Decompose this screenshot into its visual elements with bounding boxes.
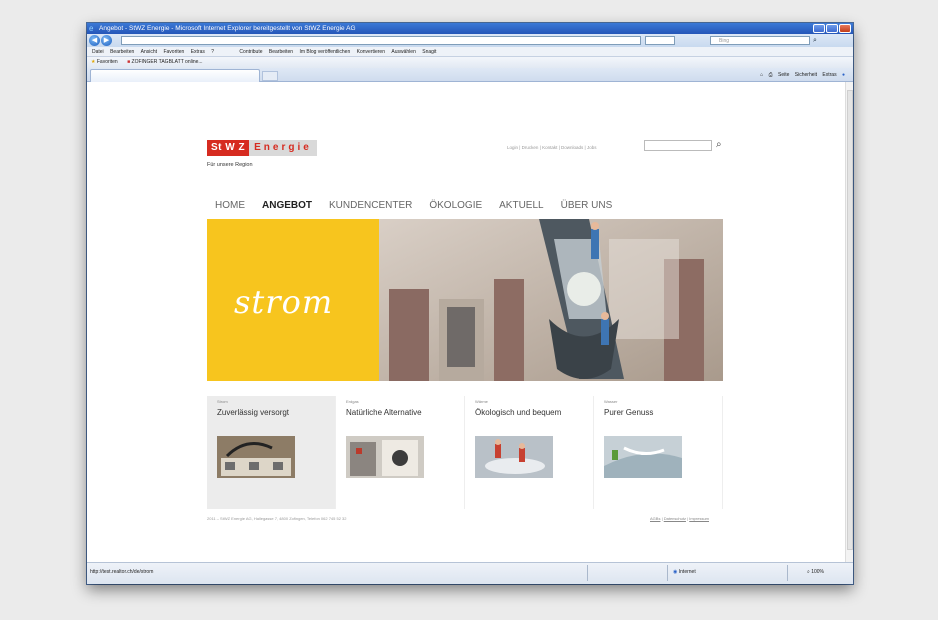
footer-link-datenschutz[interactable]: Datenschutz [664, 516, 686, 521]
toolbar-snagit[interactable]: Snagit [422, 49, 436, 55]
tile-wasser-image [604, 436, 682, 478]
site-search-icon[interactable]: ⌕ [716, 139, 722, 150]
new-tab-button[interactable] [262, 71, 278, 81]
vertical-scrollbar[interactable] [845, 82, 853, 562]
close-button[interactable] [839, 24, 851, 33]
maximize-button[interactable] [826, 24, 838, 33]
logo-energie: Energie [249, 140, 317, 156]
menu-bar: Datei Bearbeiten Ansicht Favoriten Extra… [87, 47, 853, 57]
tile-strom[interactable]: Strom Zuverlässig versorgt [207, 396, 336, 509]
tile-waerme-image [475, 436, 553, 478]
tile-erdgas[interactable]: Erdgas Natürliche Alternative [336, 396, 465, 509]
window-titlebar[interactable]: e Angebot - StWZ Energie - Microsoft Int… [87, 23, 853, 34]
tile-heading: Natürliche Alternative [346, 408, 422, 417]
globe-icon: ◉ [673, 569, 678, 575]
hero-lantern-photo [379, 219, 723, 381]
cmd-sicherheit[interactable]: Sicherheit [795, 72, 817, 78]
home-icon[interactable]: ⌂ [760, 72, 763, 78]
search-input[interactable]: Bing [710, 36, 810, 45]
nav-kundencenter[interactable]: KUNDENCENTER [329, 200, 412, 211]
nav-oekologie[interactable]: ÖKOLOGIE [429, 200, 482, 211]
address-input[interactable] [121, 36, 641, 45]
star-icon: ★ [91, 59, 96, 65]
logo-stwz: St W Z [207, 140, 250, 156]
status-bar: http://test.realtor.ch/de/strom ◉ Intern… [87, 562, 853, 584]
scrollbar-thumb[interactable] [847, 90, 853, 550]
toolbar-blog[interactable]: Im Blog veröffentlichen [299, 49, 350, 55]
hero-word: strom [234, 283, 334, 321]
back-button[interactable]: ◀ [89, 35, 100, 46]
menu-extras[interactable]: Extras [191, 49, 205, 55]
tile-heading: Purer Genuss [604, 408, 654, 417]
service-tiles: Strom Zuverlässig versorgt Erdgas Natürl… [207, 396, 723, 509]
command-bar: ⌂ ⎙ Seite Sicherheit Extras ● [760, 70, 845, 81]
footer-link-impressum[interactable]: Impressum [689, 516, 709, 521]
tile-category: Wasser [604, 399, 618, 404]
cmd-seite[interactable]: Seite [778, 72, 789, 78]
tile-heading: Zuverlässig versorgt [217, 408, 290, 417]
menu-datei[interactable]: Datei [92, 49, 104, 55]
zoom-icon: ⌕ [807, 569, 810, 575]
footer-address: 2011 – StWZ Energie AG, Hallegasse 7, 48… [207, 516, 347, 521]
footer-link-agbs[interactable]: AGBs [650, 516, 660, 521]
menu-bearbeiten[interactable]: Bearbeiten [110, 49, 134, 55]
toolbar-convert[interactable]: Konvertieren [357, 49, 385, 55]
tile-erdgas-image [346, 436, 424, 478]
search-icon[interactable]: ⌕ [813, 35, 825, 46]
favorite-site-icon: ■ [127, 59, 131, 65]
zoom-control[interactable]: ⌕ 100% [807, 569, 824, 575]
tile-category: Wärme [475, 399, 488, 404]
status-zone: ◉ Internet [673, 569, 696, 575]
nav-aktuell[interactable]: AKTUELL [499, 200, 543, 211]
cmd-extras[interactable]: Extras [822, 72, 836, 78]
toolbar-edit[interactable]: Bearbeiten [269, 49, 293, 55]
hero-yellow-panel: strom [207, 219, 379, 381]
nav-ueber-uns[interactable]: ÜBER UNS [561, 200, 613, 211]
nav-angebot[interactable]: ANGEBOT [262, 200, 312, 211]
active-tab[interactable] [90, 69, 260, 82]
site-logo[interactable]: St W Z Energie [207, 140, 317, 156]
favorite-link[interactable]: ZOFINGER TAGBLATT online... [132, 59, 203, 65]
favorites-button[interactable]: Favoriten [97, 59, 118, 65]
address-actions[interactable] [645, 36, 675, 45]
tile-waerme[interactable]: Wärme Ökologisch und bequem [465, 396, 594, 509]
ie-logo-icon: e [89, 24, 94, 33]
tile-category: Erdgas [346, 399, 359, 404]
menu-ansicht[interactable]: Ansicht [141, 49, 157, 55]
minimize-button[interactable] [813, 24, 825, 33]
site-tagline: Für unsere Region [207, 162, 253, 168]
tile-heading: Ökologisch und bequem [475, 408, 562, 417]
favorites-bar: ★ Favoriten ■ ZOFINGER TAGBLATT online..… [87, 57, 853, 68]
nav-home[interactable]: HOME [215, 200, 245, 211]
address-bar: ◀ ▶ Bing ⌕ [87, 34, 853, 47]
site-search-input[interactable] [644, 140, 712, 151]
footer-links: AGBs | Datenschutz | Impressum [650, 516, 709, 521]
browser-window: e Angebot - StWZ Energie - Microsoft Int… [87, 23, 853, 584]
window-title: Angebot - StWZ Energie - Microsoft Inter… [99, 25, 356, 32]
forward-button[interactable]: ▶ [101, 35, 112, 46]
tab-bar: ⌂ ⎙ Seite Sicherheit Extras ● [87, 68, 853, 82]
tile-wasser[interactable]: Wasser Purer Genuss [594, 396, 723, 509]
menu-help[interactable]: ? [211, 49, 214, 55]
hero-banner: strom [207, 219, 723, 381]
tile-strom-image [217, 436, 295, 478]
print-icon[interactable]: ⎙ [769, 72, 773, 78]
tile-category: Strom [217, 399, 228, 404]
status-url: http://test.realtor.ch/de/strom [90, 569, 154, 575]
zoom-level: 100% [811, 569, 824, 575]
page-content: St W Z Energie Für unsere Region Login |… [87, 82, 845, 562]
toolbar-contribute[interactable]: Contribute [239, 49, 262, 55]
top-links[interactable]: Login | Drucken | Kontakt | Downloads | … [507, 145, 596, 150]
status-zone-label: Internet [678, 569, 696, 575]
menu-favoriten[interactable]: Favoriten [163, 49, 184, 55]
main-nav: HOME ANGEBOT KUNDENCENTER ÖKOLOGIE AKTUE… [215, 200, 612, 211]
help-icon[interactable]: ● [842, 72, 845, 78]
toolbar-select[interactable]: Auswählen [391, 49, 415, 55]
